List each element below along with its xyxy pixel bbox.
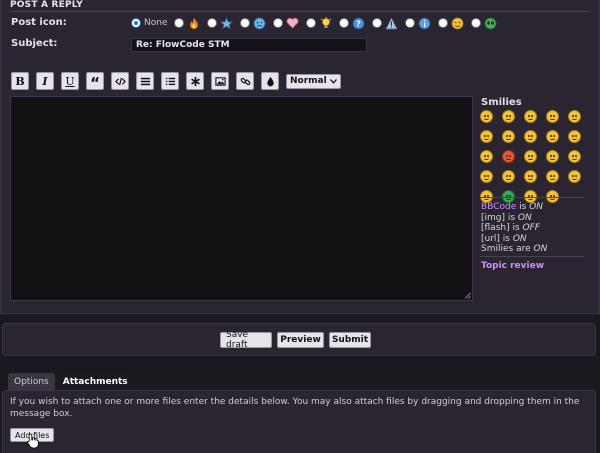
smiley-icon[interactable] <box>502 130 515 143</box>
droplet-icon <box>266 76 274 86</box>
flash-state: OFF <box>522 223 540 233</box>
topic-review-link[interactable]: Topic review <box>481 261 544 271</box>
bbcode-toolbar: B I U “ Normal <box>11 72 341 90</box>
sidebar-divider <box>480 256 584 257</box>
post-icon-radio-fire[interactable] <box>174 18 185 28</box>
question-icon: ? <box>352 17 365 30</box>
numbered-list-icon <box>165 77 175 85</box>
post-icon-label: Post icon: <box>11 17 67 28</box>
numbered-list-button[interactable] <box>161 72 179 90</box>
svg-text:?: ? <box>357 19 362 28</box>
subject-input[interactable]: Re: FlowCode STM <box>131 38 367 52</box>
code-icon <box>114 77 126 85</box>
post-icon-radio-lightbulb[interactable] <box>306 18 317 28</box>
smiley-icon[interactable] <box>502 150 515 163</box>
smiley-icon[interactable] <box>546 150 559 163</box>
smiley-icon[interactable] <box>524 150 537 163</box>
smiley-icon[interactable] <box>568 170 581 183</box>
resize-grip-icon[interactable] <box>464 292 471 299</box>
sad-face-icon <box>253 17 266 30</box>
smiley-icon[interactable] <box>480 110 493 123</box>
post-icon-radio-warning[interactable] <box>372 18 383 28</box>
heart-icon <box>286 17 299 30</box>
smiley-icon[interactable] <box>480 130 493 143</box>
subject-label: Subject: <box>11 38 58 49</box>
smiley-icon[interactable] <box>502 170 515 183</box>
smiley-icon[interactable] <box>502 110 515 123</box>
quote-button[interactable]: “ <box>86 72 104 90</box>
lightbulb-icon <box>319 16 332 30</box>
submit-button[interactable]: Submit <box>329 332 371 348</box>
smiley-icon[interactable] <box>568 130 581 143</box>
post-icon-radio-none[interactable] <box>131 18 141 28</box>
color-button[interactable] <box>261 72 279 90</box>
fire-icon <box>187 17 200 30</box>
smiley-icon[interactable] <box>568 110 581 123</box>
post-icon-none-label: None <box>144 18 168 28</box>
link-icon <box>240 77 250 85</box>
post-icon-radio-alien[interactable] <box>471 18 482 28</box>
smiley-icon[interactable] <box>524 110 537 123</box>
wink-icon <box>451 17 464 30</box>
smilies-state: ON <box>533 244 548 254</box>
italic-button[interactable]: I <box>36 72 54 90</box>
underline-button[interactable]: U <box>61 72 79 90</box>
smilies-grid <box>480 110 590 203</box>
bbcode-status: BBCode is ON [img] is ON [flash] is OFF … <box>481 202 548 254</box>
link-button[interactable] <box>236 72 254 90</box>
list-icon <box>140 77 150 85</box>
post-icon-row: None ? <box>131 16 504 30</box>
save-draft-button[interactable]: Save draft <box>220 330 272 350</box>
font-size-select[interactable]: Normal <box>286 73 341 89</box>
smilies-title: Smilies <box>481 97 522 108</box>
smiley-icon[interactable] <box>546 130 559 143</box>
post-icon-radio-star[interactable] <box>207 18 218 28</box>
smiley-icon[interactable] <box>480 150 493 163</box>
tab-options[interactable]: Options <box>8 373 55 390</box>
post-icon-radio-question[interactable] <box>339 18 350 28</box>
attachments-instructions: If you wish to attach one or more files … <box>10 397 580 419</box>
star-icon <box>220 16 234 30</box>
image-button[interactable] <box>211 72 229 90</box>
smiley-icon[interactable] <box>546 110 559 123</box>
bbcode-link[interactable]: BBCode <box>481 202 516 212</box>
title-divider <box>10 11 590 12</box>
alien-icon <box>484 17 497 30</box>
list-button[interactable] <box>136 72 154 90</box>
smiley-icon[interactable] <box>524 130 537 143</box>
bold-button[interactable]: B <box>11 72 29 90</box>
info-icon <box>418 17 431 30</box>
message-textarea[interactable] <box>10 96 473 301</box>
chevron-down-icon <box>329 78 337 84</box>
smiley-icon[interactable] <box>568 150 581 163</box>
code-button[interactable] <box>111 72 129 90</box>
tab-attachments[interactable]: Attachments <box>56 373 134 390</box>
post-icon-radio-sad[interactable] <box>240 18 251 28</box>
smiley-icon[interactable] <box>480 170 493 183</box>
asterisk-icon <box>190 76 200 86</box>
font-size-value: Normal <box>290 76 327 86</box>
post-icon-radio-wink[interactable] <box>438 18 449 28</box>
sidebar-divider <box>480 197 584 198</box>
smiley-icon[interactable] <box>524 170 537 183</box>
panel-title: POST A REPLY <box>10 0 84 10</box>
hand-cursor-icon <box>27 433 39 449</box>
url-state: ON <box>512 233 527 244</box>
warning-icon <box>385 16 399 30</box>
preview-button[interactable]: Preview <box>277 332 324 348</box>
image-icon <box>214 76 226 86</box>
bbcode-state: ON <box>529 202 543 212</box>
img-state: ON <box>517 212 532 223</box>
post-icon-radio-heart[interactable] <box>273 18 284 28</box>
post-icon-radio-info[interactable] <box>405 18 416 28</box>
list-item-button[interactable] <box>186 72 204 90</box>
tab-bar: Options Attachments <box>8 373 136 390</box>
smiley-icon[interactable] <box>546 170 559 183</box>
